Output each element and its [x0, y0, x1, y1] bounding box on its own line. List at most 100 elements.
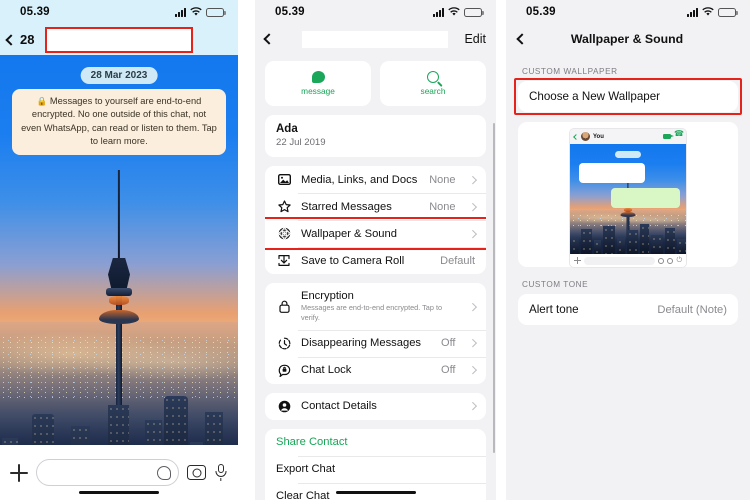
lock-icon: 🔒	[36, 96, 48, 106]
wallpaper-sound-header: Wallpaper & Sound	[506, 24, 750, 54]
panel-separator-1	[238, 0, 255, 500]
back-button[interactable]: 28	[5, 32, 34, 47]
sticker-icon[interactable]	[157, 465, 171, 480]
microphone-icon[interactable]	[214, 464, 228, 481]
status-time: 05.39	[526, 6, 556, 18]
phone-call-icon	[674, 129, 684, 140]
row-wallpaper-and-sound[interactable]: Wallpaper & Sound	[265, 217, 486, 250]
row-value: Off	[441, 337, 456, 350]
search-icon	[427, 71, 439, 83]
message-action-button[interactable]: message	[265, 61, 371, 106]
preview-input-bar: ⏻	[570, 254, 686, 267]
search-action-button[interactable]: search	[380, 61, 486, 106]
contact-info-scroll[interactable]: message search Ada 22 Jul 2019 Media, Li…	[255, 61, 496, 500]
lock-icon	[276, 300, 292, 313]
status-bar-panel2: 05.39	[255, 0, 496, 24]
contact-name-field[interactable]	[45, 27, 193, 53]
row-value: Default (Note)	[657, 303, 727, 316]
row-contact-details[interactable]: Contact Details	[265, 393, 486, 420]
chat-preview: You ☎ ⏻	[570, 129, 686, 267]
phone-panel-contact-info: 05.39 Edit message search Ada 22 Jul 201…	[255, 0, 496, 500]
row-label: Save to Camera Roll	[301, 254, 405, 267]
settings-group-1: Media, Links, and Docs None Starred Mess…	[265, 166, 486, 274]
quick-action-label: search	[420, 86, 446, 96]
wifi-icon	[190, 7, 202, 17]
row-label: Contact Details	[301, 400, 377, 413]
timer-icon	[276, 337, 292, 350]
preview-outgoing-bubble	[611, 188, 680, 208]
preview-skyline	[570, 220, 686, 254]
quick-action-label: message	[301, 86, 335, 96]
row-starred-messages[interactable]: Starred Messages None	[265, 193, 486, 220]
row-label: Choose a New Wallpaper	[529, 90, 661, 103]
row-label: Starred Messages	[301, 200, 392, 213]
cellular-signal-icon	[433, 7, 444, 17]
chevron-right-icon	[468, 302, 477, 311]
row-sublabel: Messages are end-to-end encrypted. Tap t…	[301, 303, 443, 322]
star-icon	[276, 200, 292, 213]
row-disappearing-messages[interactable]: Disappearing Messages Off	[265, 329, 486, 357]
cellular-signal-icon	[175, 7, 186, 17]
preview-wallpaper	[570, 144, 686, 254]
phone-panel-chat: 05.39 28 28 Mar 2023 🔒 Messages to yours…	[0, 0, 238, 500]
status-bar-panel3: 05.39	[506, 0, 750, 24]
settings-group-2: Encryption Messages are end-to-end encry…	[265, 283, 486, 384]
scrollbar[interactable]	[492, 123, 495, 453]
row-label: Media, Links, and Docs	[301, 173, 418, 186]
row-chat-lock[interactable]: Chat Lock Off	[265, 356, 486, 384]
status-icons	[687, 7, 738, 17]
preview-message-input	[584, 256, 656, 265]
contact-name-card[interactable]: Ada 22 Jul 2019	[265, 115, 486, 157]
row-share-contact[interactable]: Share Contact	[265, 429, 486, 456]
chevron-right-icon	[468, 339, 477, 348]
row-label: Encryption	[301, 290, 354, 302]
phone-panel-wallpaper-sound: 05.39 Wallpaper & Sound CUSTOM WALLPAPER…	[506, 0, 750, 500]
status-icons	[175, 7, 226, 17]
choose-new-wallpaper-button[interactable]: Choose a New Wallpaper	[514, 78, 742, 115]
row-value: Off	[441, 364, 456, 377]
date-pill: 28 Mar 2023	[80, 67, 158, 84]
row-media-links-docs[interactable]: Media, Links, and Docs None	[265, 166, 486, 193]
status-icons	[433, 7, 484, 17]
alert-tone-row[interactable]: Alert tone Default (Note)	[518, 294, 738, 325]
camera-icon	[667, 257, 674, 264]
encryption-notice[interactable]: 🔒 Messages to yourself are end-to-end en…	[12, 89, 226, 155]
row-export-chat[interactable]: Export Chat	[265, 455, 486, 483]
chevron-right-icon	[468, 175, 477, 184]
chat-wallpaper: 28 Mar 2023 🔒 Messages to yourself are e…	[0, 55, 238, 500]
chat-lock-icon	[276, 364, 292, 377]
wifi-icon	[702, 7, 714, 17]
preview-header: You	[570, 129, 686, 144]
back-button[interactable]	[263, 33, 275, 45]
preview-contact-name: You	[593, 133, 604, 140]
row-save-to-camera-roll[interactable]: Save to Camera Roll Default	[265, 247, 486, 274]
contact-info-header: Edit	[255, 24, 496, 54]
header-name-field[interactable]	[302, 30, 448, 48]
quick-actions: message search	[265, 61, 486, 106]
cellular-signal-icon	[687, 7, 698, 17]
status-time: 05.39	[20, 6, 50, 18]
row-label: Export Chat	[276, 463, 336, 476]
section-header-custom-tone: CUSTOM TONE	[522, 280, 589, 289]
camera-icon[interactable]	[187, 465, 206, 480]
battery-icon	[206, 7, 226, 17]
row-value: Default	[440, 254, 475, 267]
chevron-right-icon	[468, 402, 477, 411]
battery-icon	[718, 7, 738, 17]
chevron-left-icon	[573, 133, 579, 140]
edit-button[interactable]: Edit	[464, 32, 486, 46]
row-label: Chat Lock	[301, 364, 352, 377]
row-encryption[interactable]: Encryption Messages are end-to-end encry…	[265, 283, 486, 330]
plus-icon[interactable]	[10, 463, 28, 482]
encryption-notice-text: Messages to yourself are end-to-end encr…	[21, 96, 217, 147]
row-label: Wallpaper & Sound	[301, 227, 397, 240]
wallpaper-icon	[276, 227, 292, 240]
preview-header-icons	[663, 129, 684, 140]
panel-separator-2	[496, 0, 506, 500]
wifi-icon	[448, 7, 460, 17]
contact-name: Ada	[276, 123, 298, 135]
contact-icon	[276, 400, 292, 413]
message-input[interactable]	[36, 459, 179, 486]
chevron-right-icon	[468, 229, 477, 238]
page-title: Wallpaper & Sound	[570, 32, 684, 46]
